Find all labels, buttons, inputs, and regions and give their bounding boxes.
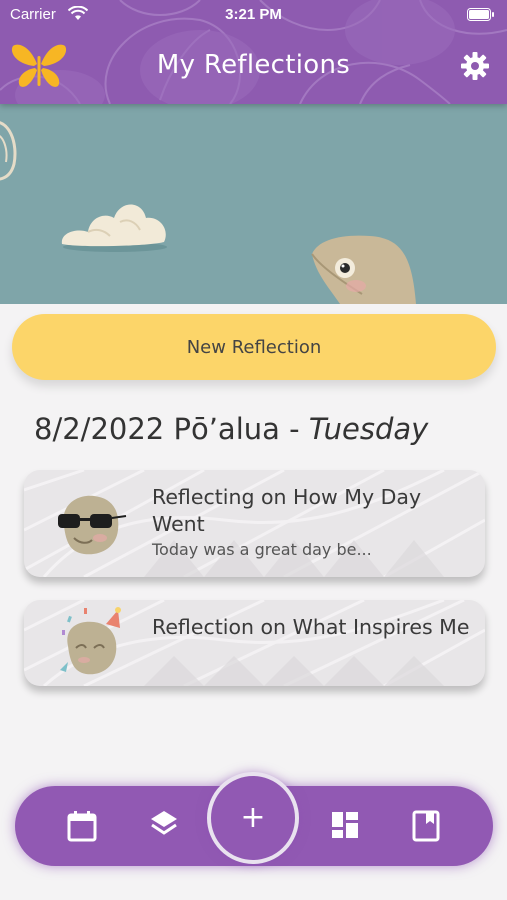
card-title: Reflection on What Inspires Me (152, 615, 470, 639)
card-preview: Today was a great day be... (152, 540, 372, 559)
reflection-card[interactable]: Reflection on What Inspires Me (24, 600, 485, 686)
card-title: Reflecting on How My Day Went (152, 485, 422, 536)
date-separator: - (279, 412, 309, 446)
new-reflection-button[interactable]: New Reflection (12, 314, 496, 380)
add-reflection-button[interactable]: + (207, 772, 299, 864)
page-title: My Reflections (156, 50, 351, 80)
date-value: 8/2/2022 (34, 412, 165, 446)
fish-with-sunglasses-icon (58, 495, 127, 555)
reflection-card[interactable]: Reflecting on How My Day Went Today was … (24, 470, 485, 577)
app-header: Carrier 3:21 PM My Reflections (0, 0, 507, 104)
card-text: Reflection on What Inspires Me (152, 614, 471, 641)
battery-icon (467, 8, 494, 21)
journal-icon[interactable] (412, 810, 440, 842)
weekday: Tuesday (308, 412, 429, 446)
fish-and-cloud-illustration (0, 121, 416, 304)
calendar-icon[interactable] (67, 810, 97, 842)
layers-icon[interactable] (149, 809, 179, 841)
hawaiian-day: Pō’alua (173, 412, 280, 446)
status-bar: Carrier 3:21 PM (0, 0, 507, 30)
dashboard-icon[interactable] (330, 810, 360, 840)
card-text: Reflecting on How My Day Went Today was … (152, 484, 471, 559)
cloud-icon (61, 204, 167, 252)
status-time: 3:21 PM (225, 6, 282, 23)
hero-illustration (0, 104, 507, 304)
gear-icon[interactable] (460, 51, 490, 81)
fish-icon (311, 235, 416, 304)
fish-party-hat-icon (60, 607, 121, 675)
date-heading: 8/2/2022 Pō’alua - Tuesday (34, 412, 428, 446)
